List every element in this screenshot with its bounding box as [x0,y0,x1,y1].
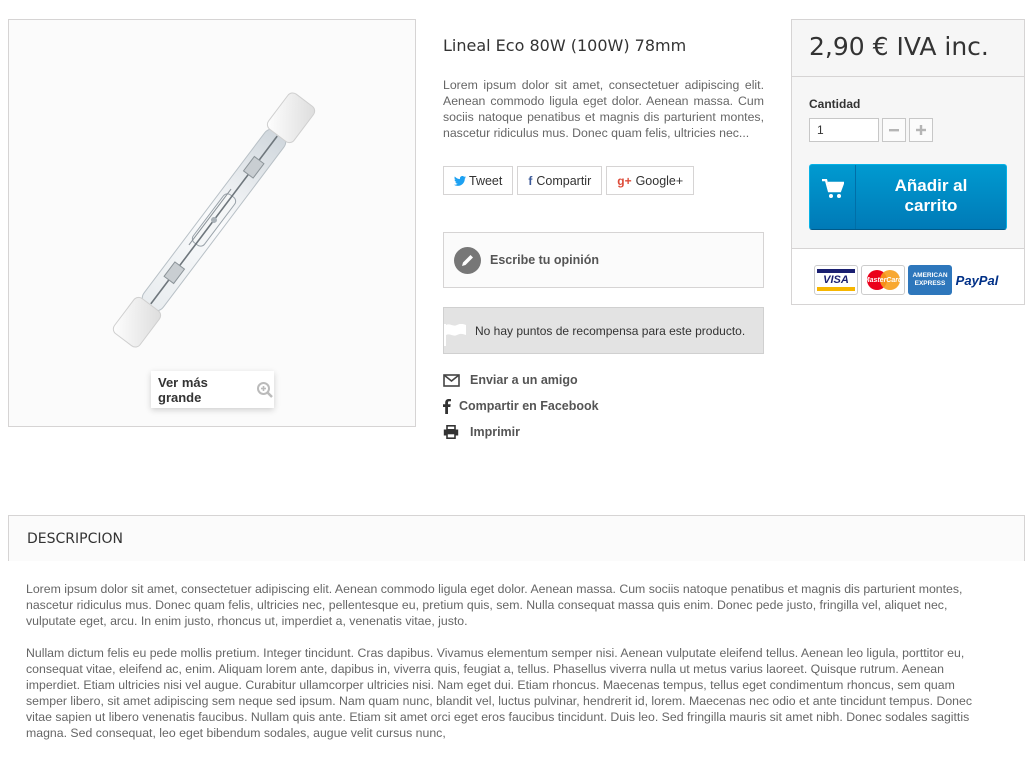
quantity-stepper: 1 [809,118,1024,142]
facebook-share-label: Compartir [536,173,592,188]
zoom-in-icon [256,381,274,399]
envelope-icon [443,373,470,387]
product-title: Lineal Eco 80W (100W) 78mm [443,36,687,55]
facebook-share-button[interactable]: f Compartir [517,166,603,195]
social-share-buttons: Tweet f Compartir g+ Google+ [443,166,695,195]
quantity-increase-button[interactable] [909,118,933,142]
loyalty-points-notice: No hay puntos de recompensa para este pr… [443,307,764,354]
google-plus-label: Google+ [635,173,684,188]
quantity-input[interactable]: 1 [809,118,879,142]
product-actions: Enviar a un amigo Compartir en Facebook … [443,367,599,445]
description-heading: DESCRIPCION [8,515,1025,561]
add-to-cart-label: Añadir al carrito [856,165,1006,229]
payment-methods: VISA MasterCard AMERICAN EXPRESS PayPal [792,249,1024,295]
pencil-icon [454,246,481,274]
send-to-friend-label: Enviar a un amigo [470,373,578,387]
product-image-container[interactable]: Ver más grande [8,19,416,427]
description-paragraph: Lorem ipsum dolor sit amet, consectetuer… [26,582,963,628]
loyalty-message: No hay puntos de recompensa para este pr… [475,323,746,338]
google-plus-icon: g+ [617,173,632,188]
print-label: Imprimir [470,425,521,439]
paypal-logo: PayPal [955,265,999,295]
shopping-cart-icon [810,165,856,229]
quantity-decrease-button[interactable] [882,118,906,142]
short-description: Lorem ipsum dolor sit amet, consectetuer… [443,78,764,140]
minus-icon [889,129,899,132]
flag-icon [444,323,468,349]
visa-logo: VISA [814,265,858,295]
write-review-label: Escribe tu opinión [490,253,600,267]
send-to-friend-link[interactable]: Enviar a un amigo [443,367,599,393]
facebook-icon: f [528,173,533,188]
mastercard-logo: MasterCard [861,265,905,295]
write-review-button[interactable]: Escribe tu opinión [443,232,764,288]
share-facebook-link[interactable]: Compartir en Facebook [443,393,599,419]
price-area: 2,90 € IVA inc. [792,20,1024,77]
view-larger-button[interactable]: Ver más grande [151,371,274,408]
share-facebook-label: Compartir en Facebook [459,399,599,413]
plus-icon [916,125,926,135]
tweet-label: Tweet [469,173,503,188]
halogen-lamp-image [112,92,316,348]
amex-logo: AMERICAN EXPRESS [908,265,952,295]
quantity-label: Cantidad [809,97,861,111]
description-paragraph: Nullam dictum felis eu pede mollis preti… [26,646,972,740]
twitter-icon [454,175,466,186]
buy-box: 2,90 € IVA inc. Cantidad 1 Añadir al car… [791,19,1025,305]
add-to-cart-button[interactable]: Añadir al carrito [809,164,1007,230]
add-to-cart-line1: Añadir al [894,176,968,195]
view-larger-label: Ver más grande [158,374,208,405]
google-plus-button[interactable]: g+ Google+ [606,166,695,195]
product-price: 2,90 € IVA inc. [809,32,989,61]
description-body: Lorem ipsum dolor sit amet, consectetuer… [26,581,998,757]
print-link[interactable]: Imprimir [443,419,599,445]
quantity-area: Cantidad 1 Añadir al carrito [792,77,1024,249]
facebook-icon [443,398,459,414]
printer-icon [443,425,470,439]
tweet-button[interactable]: Tweet [443,166,514,195]
add-to-cart-line2: carrito [904,196,958,215]
